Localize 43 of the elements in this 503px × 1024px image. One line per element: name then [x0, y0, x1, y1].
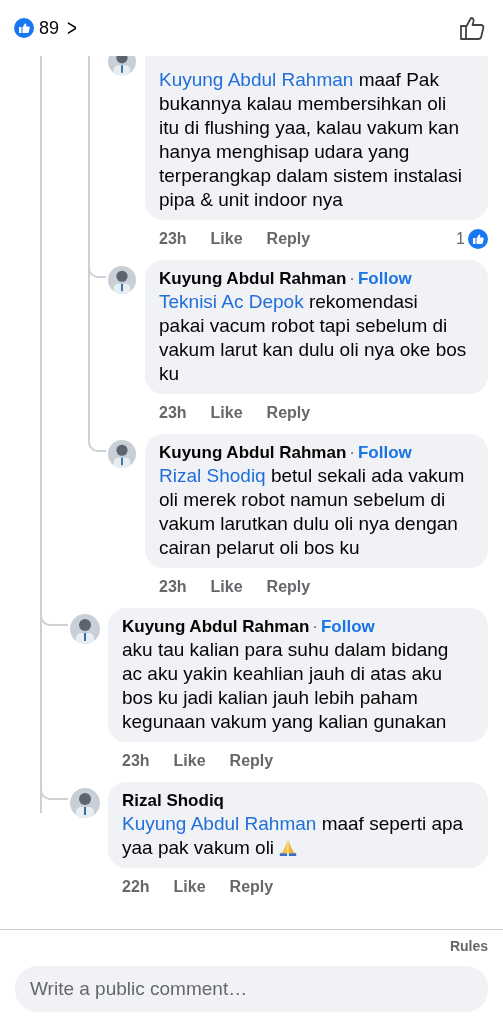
author-name[interactable]: Kuyung Abdul Rahman	[122, 617, 310, 636]
separator-dot: ·	[349, 443, 355, 462]
comment-time: 22h	[122, 878, 150, 896]
like-link[interactable]: Like	[210, 404, 243, 422]
mention-link[interactable]: Rizal Shodiq	[159, 465, 266, 486]
reply-link[interactable]: Reply	[266, 230, 311, 248]
like-link[interactable]: Like	[173, 878, 206, 896]
comment-input[interactable]: Write a public comment…	[15, 966, 488, 1012]
like-icon[interactable]	[459, 15, 485, 41]
reply-link[interactable]: Reply	[266, 404, 311, 422]
like-reaction-icon	[14, 18, 34, 38]
reaction-count[interactable]: 1	[456, 230, 465, 248]
like-reaction-icon	[468, 229, 488, 249]
follow-link[interactable]: Follow	[358, 443, 412, 462]
follow-link[interactable]: Follow	[358, 269, 412, 288]
mention-link[interactable]: Kuyung Abdul Rahman	[122, 813, 317, 834]
comment-time: 23h	[122, 752, 150, 770]
comment-time: 23h	[159, 578, 187, 596]
comment-time: 23h	[159, 230, 187, 248]
comment-text: Teknisi Ac Depok rekomendasi pakai vacum robot tapi sebelum di vakum larut kan dulu oli nya oke bos ku	[159, 291, 467, 384]
author-name[interactable]: Kuyung Abdul Rahman	[159, 269, 347, 288]
author-name[interactable]: Rizal Shodiq	[122, 791, 224, 810]
comment-text: Rizal Shodiq betul sekali ada vakum oli merek robot namun sebelum di vakum larutkan dulu oli nya dengan cairan pelarut oli bos ku	[159, 465, 465, 558]
chevron-icon[interactable]: >	[67, 16, 77, 40]
comment-text: aku tau kalian para suhu dalam bidang ac aku yakin keahlian jauh di atas aku bos ku jadi kalian jauh lebih paham kegunaan vakum yang kalian gunakan	[122, 639, 449, 732]
author-name[interactable]: Kuyung Abdul Rahman	[159, 443, 347, 462]
reply-link[interactable]: Reply	[229, 752, 274, 770]
reply-link[interactable]: Reply	[266, 578, 311, 596]
like-link[interactable]: Like	[210, 230, 243, 248]
like-link[interactable]: Like	[210, 578, 243, 596]
comment-time: 23h	[159, 404, 187, 422]
like-link[interactable]: Like	[173, 752, 206, 770]
reply-link[interactable]: Reply	[229, 878, 274, 896]
comment-text: Kuyung Abdul Rahman maaf Pak bukannya kalau membersihkan oli itu di flushing yaa, kalau vakum kan hanya menghisap udara yang terperangkap dalam sistem instalasi pipa & unit indoor nya	[159, 69, 463, 210]
folded-hands-icon	[278, 837, 299, 857]
separator-dot: ·	[312, 617, 318, 636]
comment-text: Kuyung Abdul Rahman maaf seperti apa yaa pak vakum oli	[122, 813, 464, 858]
mention-link[interactable]: Kuyung Abdul Rahman	[159, 69, 354, 90]
follow-link[interactable]: Follow	[321, 617, 375, 636]
mention-link[interactable]: Teknisi Ac Depok	[159, 291, 304, 312]
rules-link[interactable]: Rules	[449, 938, 488, 954]
separator-dot: ·	[349, 269, 355, 288]
reaction-count[interactable]: 89	[39, 17, 60, 39]
